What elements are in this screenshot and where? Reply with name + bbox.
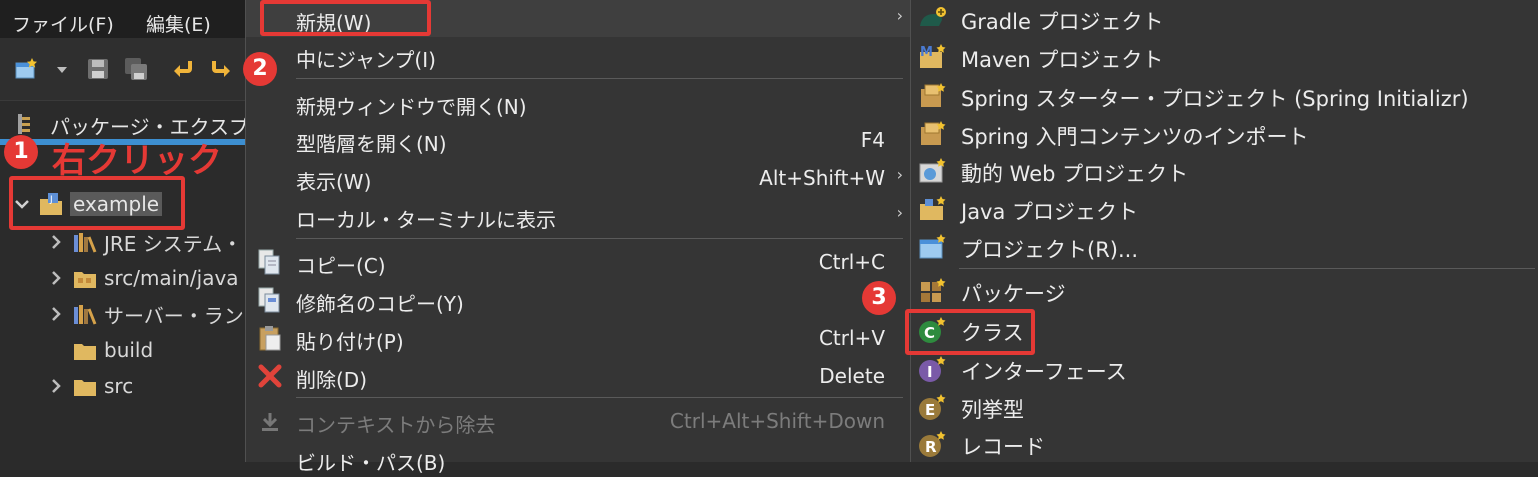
new-wizard-icon[interactable] (14, 57, 38, 81)
new-project-icon (919, 234, 946, 259)
submenu-item-spring-guide[interactable]: Spring 入門コンテンツのインポート (911, 115, 1538, 152)
enum-icon: E (919, 394, 946, 420)
menu-edit[interactable]: 編集(E) (146, 10, 211, 37)
highlight-class (905, 309, 1035, 355)
step-2-badge: 2 (243, 52, 277, 86)
menu-item-goto[interactable]: 中にジャンプ(I) (246, 37, 911, 74)
shortcut-label: Delete (819, 364, 885, 388)
menu-item-copy[interactable]: コピー(C) Ctrl+C (246, 243, 911, 280)
menu-item-local-terminal[interactable]: ローカル・ターミナルに表示 › (246, 197, 911, 234)
submenu-arrow-icon: › (896, 165, 903, 184)
menu-item-remove-from-context[interactable]: コンテキストから除去 Ctrl+Alt+Shift+Down (246, 402, 911, 439)
chevron-right-icon[interactable] (46, 268, 66, 288)
source-folder-icon (74, 272, 96, 288)
step-1-badge: 1 (4, 135, 38, 169)
toolbar (0, 38, 245, 101)
tree-item-jre[interactable]: JRE システム・ラ (46, 225, 262, 259)
gradle-icon (920, 7, 946, 26)
menu-separator (959, 268, 1535, 269)
svg-text:E: E (925, 401, 935, 419)
step-3-badge: 3 (862, 281, 896, 315)
menu-bar: ファイル(F) 編集(E) (0, 0, 245, 38)
tree-item-label: build (104, 338, 154, 362)
tree-item-label: src/main/java (104, 266, 239, 290)
submenu-item-dynamic-web-project[interactable]: 動的 Web プロジェクト (911, 152, 1538, 189)
copy-qualified-name-icon (258, 287, 280, 313)
paste-icon (259, 326, 281, 351)
highlight-new (260, 0, 431, 36)
remove-from-context-icon (262, 413, 278, 431)
library-icon (74, 233, 97, 253)
menu-item-copy-qualified-name[interactable]: 修飾名のコピー(Y) (246, 281, 911, 318)
new-submenu: Gradle プロジェクト M Maven プロジェクト Spring スタータ… (910, 0, 1538, 462)
back-arrow-icon[interactable] (172, 57, 196, 81)
package-explorer-icon (18, 114, 30, 134)
menu-separator (296, 397, 903, 398)
chevron-right-icon[interactable] (46, 232, 66, 252)
shortcut-label: Ctrl+C (818, 250, 885, 274)
shortcut-label: Ctrl+Alt+Shift+Down (669, 409, 885, 433)
menu-file[interactable]: ファイル(F) (12, 10, 114, 37)
menu-item-show-in[interactable]: 表示(W) Alt+Shift+W › (246, 159, 911, 196)
submenu-arrow-icon: › (896, 203, 903, 222)
highlight-example (9, 176, 185, 230)
chevron-right-icon[interactable] (46, 376, 66, 396)
tree-item-src-main-java[interactable]: src/main/java (46, 261, 239, 295)
package-icon (921, 278, 946, 302)
tree-item-src[interactable]: src (46, 369, 133, 403)
tree-item-label: JRE システム・ラ (104, 231, 263, 256)
svg-text:I: I (927, 363, 933, 381)
menu-separator (296, 78, 903, 79)
context-menu: 新規(W) › 中にジャンプ(I) 新規ウィンドウで開く(N) 型階層を開く(N… (245, 0, 911, 475)
forward-arrow-icon[interactable] (208, 57, 232, 81)
interface-icon: I (919, 356, 946, 382)
menu-item-build-path[interactable]: ビルド・パス(B) (246, 440, 911, 477)
svg-text:M: M (920, 45, 933, 60)
maven-icon: M (920, 44, 946, 68)
shortcut-label: Alt+Shift+W (759, 166, 885, 190)
record-icon: R (919, 431, 946, 457)
menu-item-open-type-hierarchy[interactable]: 型階層を開く(N) F4 (246, 121, 911, 158)
submenu-item-project[interactable]: プロジェクト(R)... (911, 228, 1538, 265)
submenu-item-java-project[interactable]: Java プロジェクト (911, 190, 1538, 227)
delete-icon (258, 364, 282, 388)
tree-item-label: src (104, 374, 134, 398)
folder-icon (74, 344, 96, 360)
shortcut-label: Ctrl+V (818, 326, 885, 350)
chevron-right-icon[interactable] (46, 304, 66, 324)
menu-separator (296, 238, 903, 239)
spring-guide-icon (921, 121, 946, 145)
submenu-arrow-icon: › (896, 6, 903, 25)
dropdown-arrow-icon[interactable] (54, 57, 70, 81)
copy-icon (258, 249, 280, 275)
folder-icon (74, 380, 96, 396)
submenu-item-enum[interactable]: E 列挙型 (911, 388, 1538, 425)
spring-starter-icon (921, 83, 946, 107)
tree-item-build[interactable]: build (72, 333, 153, 367)
save-all-icon[interactable] (124, 57, 148, 81)
submenu-item-package[interactable]: パッケージ (911, 272, 1538, 309)
submenu-item-record[interactable]: R レコード (911, 425, 1538, 462)
shortcut-label: F4 (860, 128, 885, 152)
svg-text:R: R (925, 438, 937, 456)
right-click-annotation: 右クリック (52, 141, 222, 181)
menu-item-delete[interactable]: 削除(D) Delete (246, 357, 911, 394)
library-icon (74, 305, 97, 325)
submenu-item-spring-starter[interactable]: Spring スターター・プロジェクト (Spring Initializr) (911, 77, 1538, 114)
menu-item-open-new-window[interactable]: 新規ウィンドウで開く(N) (246, 84, 911, 121)
menu-item-paste[interactable]: 貼り付け(P) Ctrl+V (246, 319, 911, 356)
submenu-item-gradle-project[interactable]: Gradle プロジェクト (911, 0, 1538, 37)
save-icon[interactable] (86, 57, 110, 81)
java-project-icon (920, 196, 946, 220)
submenu-item-interface[interactable]: I インターフェース (911, 350, 1538, 387)
web-project-icon (919, 158, 946, 183)
submenu-item-maven-project[interactable]: M Maven プロジェクト (911, 38, 1538, 75)
